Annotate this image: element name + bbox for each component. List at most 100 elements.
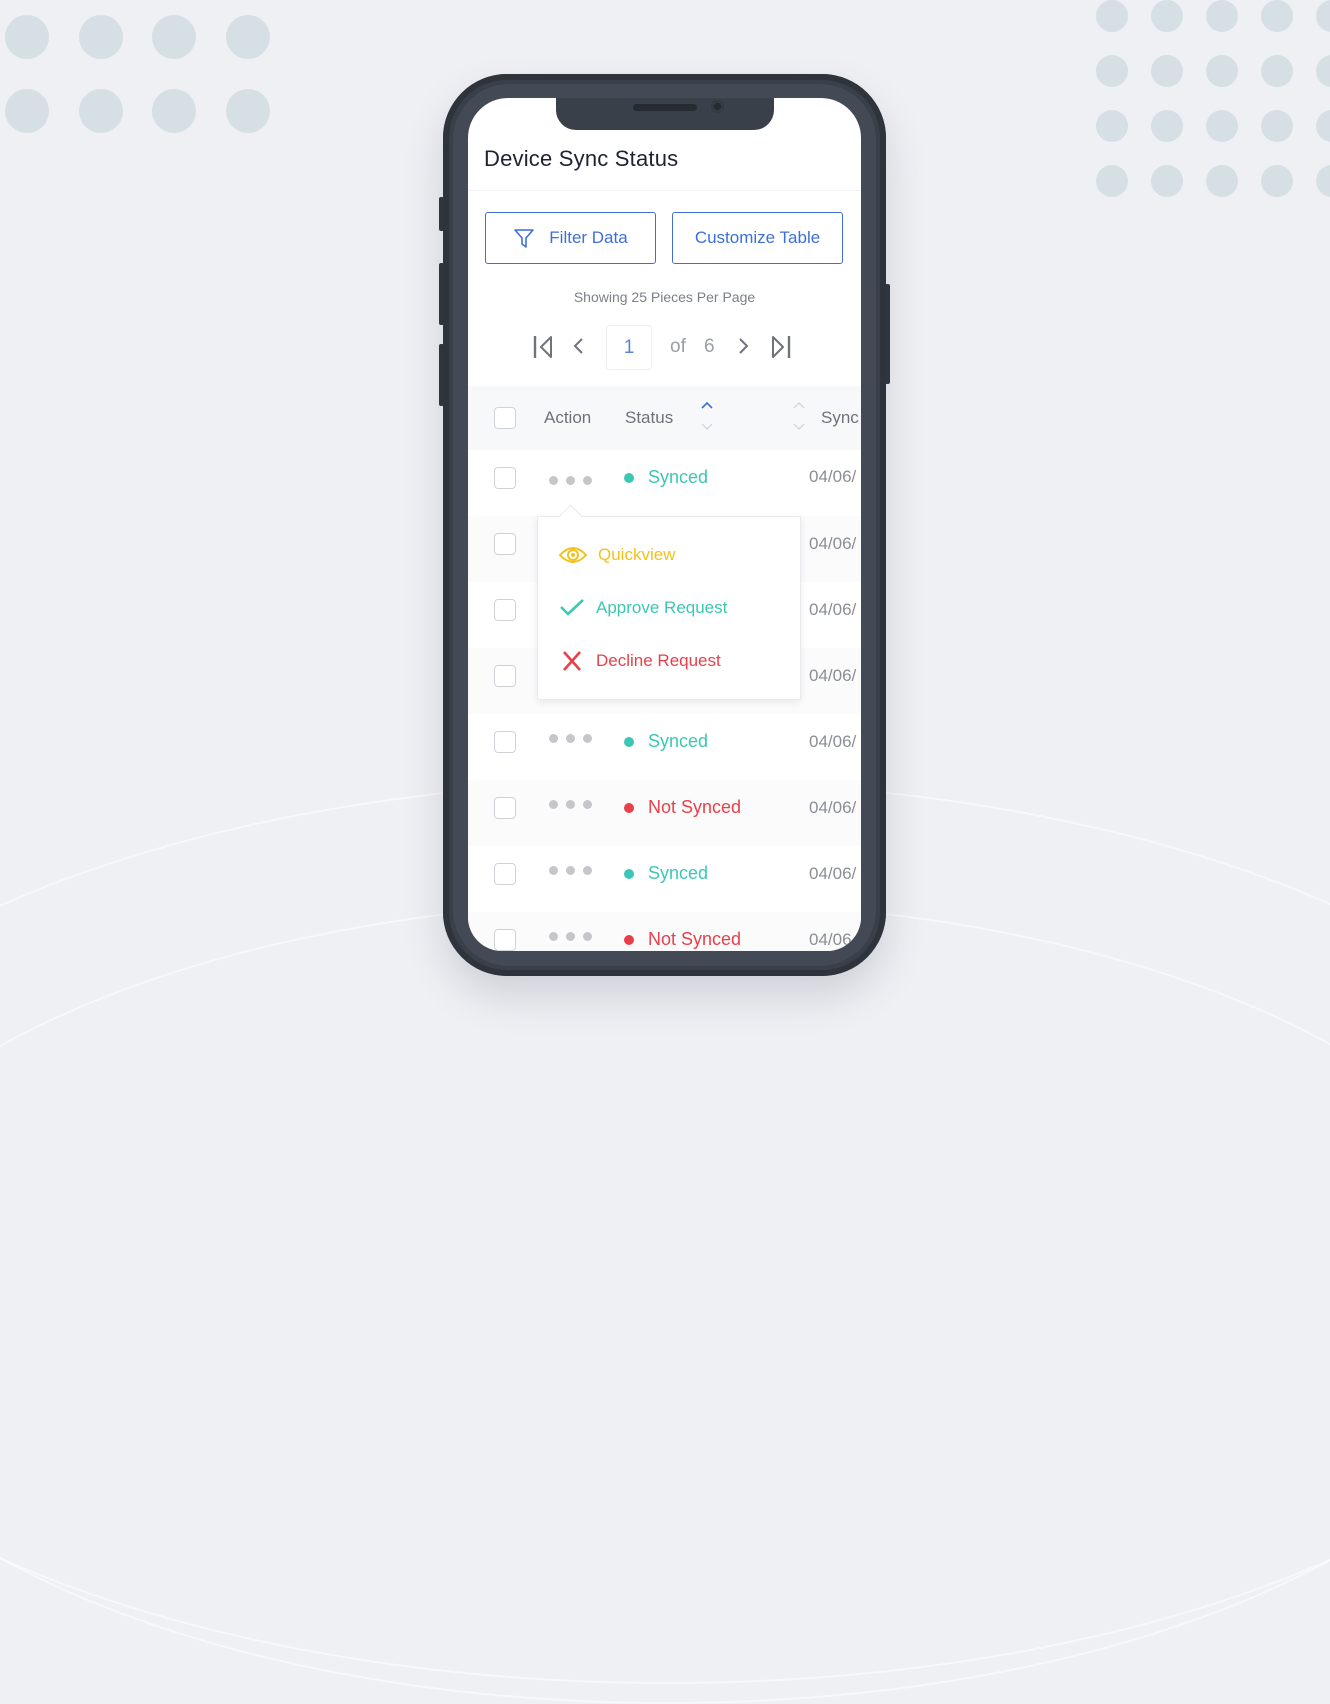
row-action-menu-icon[interactable] xyxy=(549,800,592,809)
menu-item-decline[interactable]: Decline Request xyxy=(558,651,721,671)
dot xyxy=(549,932,558,941)
row-checkbox[interactable] xyxy=(494,467,516,489)
row-checkbox[interactable] xyxy=(494,533,516,555)
dot xyxy=(549,734,558,743)
select-all-checkbox[interactable] xyxy=(494,407,516,429)
table-row: Synced 04/06/ xyxy=(468,450,861,516)
sync-date: 04/06/ xyxy=(809,467,857,486)
row-checkbox[interactable] xyxy=(494,665,516,687)
status-dot xyxy=(624,934,634,945)
menu-item-label: Approve Request xyxy=(596,598,728,617)
decor-dot xyxy=(1316,110,1330,142)
sync-date: 04/06/ xyxy=(809,600,857,619)
dot xyxy=(549,476,558,485)
row-action-menu-icon[interactable] xyxy=(549,476,592,485)
decor-dot xyxy=(1261,110,1293,142)
decor-dot xyxy=(1206,165,1238,197)
decor-dot xyxy=(79,15,123,59)
status-badge: Synced xyxy=(624,467,708,488)
phone-notch xyxy=(556,98,774,130)
page-number-input[interactable]: 1 xyxy=(606,325,652,370)
filter-data-button[interactable]: Filter Data xyxy=(485,212,656,264)
status-dot xyxy=(624,802,634,813)
first-page-icon[interactable] xyxy=(532,334,556,360)
decor-dot xyxy=(1206,0,1238,32)
header-divider xyxy=(468,190,861,191)
decor-dot xyxy=(1316,0,1330,32)
sync-date: 04/06/ xyxy=(809,864,857,883)
decor-dot xyxy=(152,15,196,59)
status-dot xyxy=(624,736,634,747)
decor-dot xyxy=(1261,0,1293,32)
sync-date: 04/06/ xyxy=(809,798,857,817)
dot xyxy=(566,476,575,485)
last-page-icon[interactable] xyxy=(768,334,792,360)
row-checkbox[interactable] xyxy=(494,863,516,885)
sort-status-icon[interactable] xyxy=(700,400,714,434)
row-action-menu-icon[interactable] xyxy=(549,734,592,743)
status-text: Not Synced xyxy=(648,929,742,949)
page-size-info: Showing 25 Pieces Per Page xyxy=(573,289,756,305)
row-checkbox[interactable] xyxy=(494,599,516,621)
status-text: Synced xyxy=(648,731,709,751)
menu-item-label: Quickview xyxy=(598,545,676,564)
status-text: Not Synced xyxy=(648,797,742,817)
decor-dot xyxy=(226,15,270,59)
dot xyxy=(549,800,558,809)
dot xyxy=(583,800,592,809)
row-checkbox[interactable] xyxy=(494,731,516,753)
decor-dot xyxy=(1096,165,1128,197)
dot xyxy=(566,866,575,875)
background-arc xyxy=(0,900,1330,1704)
decor-dot xyxy=(1261,165,1293,197)
column-header-status[interactable]: Status xyxy=(625,408,673,428)
sync-date: 04/06/ xyxy=(809,534,857,553)
dot xyxy=(583,932,592,941)
decor-dot xyxy=(1261,55,1293,87)
action-menu: Quickview Approve Request Decline Reques… xyxy=(537,504,801,700)
sync-date: 04/06/ xyxy=(809,666,857,685)
dot xyxy=(566,932,575,941)
decor-dot xyxy=(152,89,196,133)
decor-dot xyxy=(1316,165,1330,197)
dot xyxy=(583,734,592,743)
next-page-icon[interactable] xyxy=(736,337,750,357)
menu-item-approve[interactable]: Approve Request xyxy=(558,598,727,618)
sync-date: 04/06/ xyxy=(809,732,857,751)
status-badge: Not Synced xyxy=(624,929,741,950)
decor-dot xyxy=(1151,0,1183,32)
eye-icon xyxy=(558,547,588,563)
decor-dot xyxy=(5,89,49,133)
status-badge: Synced xyxy=(624,731,708,752)
speaker-grille xyxy=(633,104,697,111)
dot xyxy=(583,476,592,485)
total-pages: 6 xyxy=(704,336,715,357)
dot xyxy=(583,866,592,875)
front-camera xyxy=(711,100,724,113)
customize-table-label: Customize Table xyxy=(694,228,821,247)
customize-table-button[interactable]: Customize Table xyxy=(672,212,843,264)
row-action-menu-icon[interactable] xyxy=(549,932,592,941)
table-row: Not Synced 04/06/ xyxy=(468,780,861,846)
decor-dot xyxy=(1151,110,1183,142)
status-text: Synced xyxy=(648,863,709,883)
menu-item-quickview[interactable]: Quickview xyxy=(558,545,675,565)
decor-dot xyxy=(1096,0,1128,32)
decor-dot xyxy=(1206,110,1238,142)
dot xyxy=(566,734,575,743)
row-action-menu-icon[interactable] xyxy=(549,866,592,875)
row-checkbox[interactable] xyxy=(494,929,516,951)
status-badge: Synced xyxy=(624,863,708,884)
decor-dot xyxy=(1151,165,1183,197)
column-header-sync: Sync xyxy=(821,408,859,427)
phone-screen: Device Sync Status Filter Data Customize… xyxy=(468,98,861,951)
sort-sync-icon[interactable] xyxy=(792,400,806,434)
decor-dot xyxy=(79,89,123,133)
row-checkbox[interactable] xyxy=(494,797,516,819)
decor-dot xyxy=(1206,55,1238,87)
column-header-action: Action xyxy=(544,408,592,427)
funnel-icon xyxy=(514,229,535,248)
prev-page-icon[interactable] xyxy=(572,337,586,357)
dot xyxy=(549,866,558,875)
sync-date: 04/06 xyxy=(809,930,852,949)
